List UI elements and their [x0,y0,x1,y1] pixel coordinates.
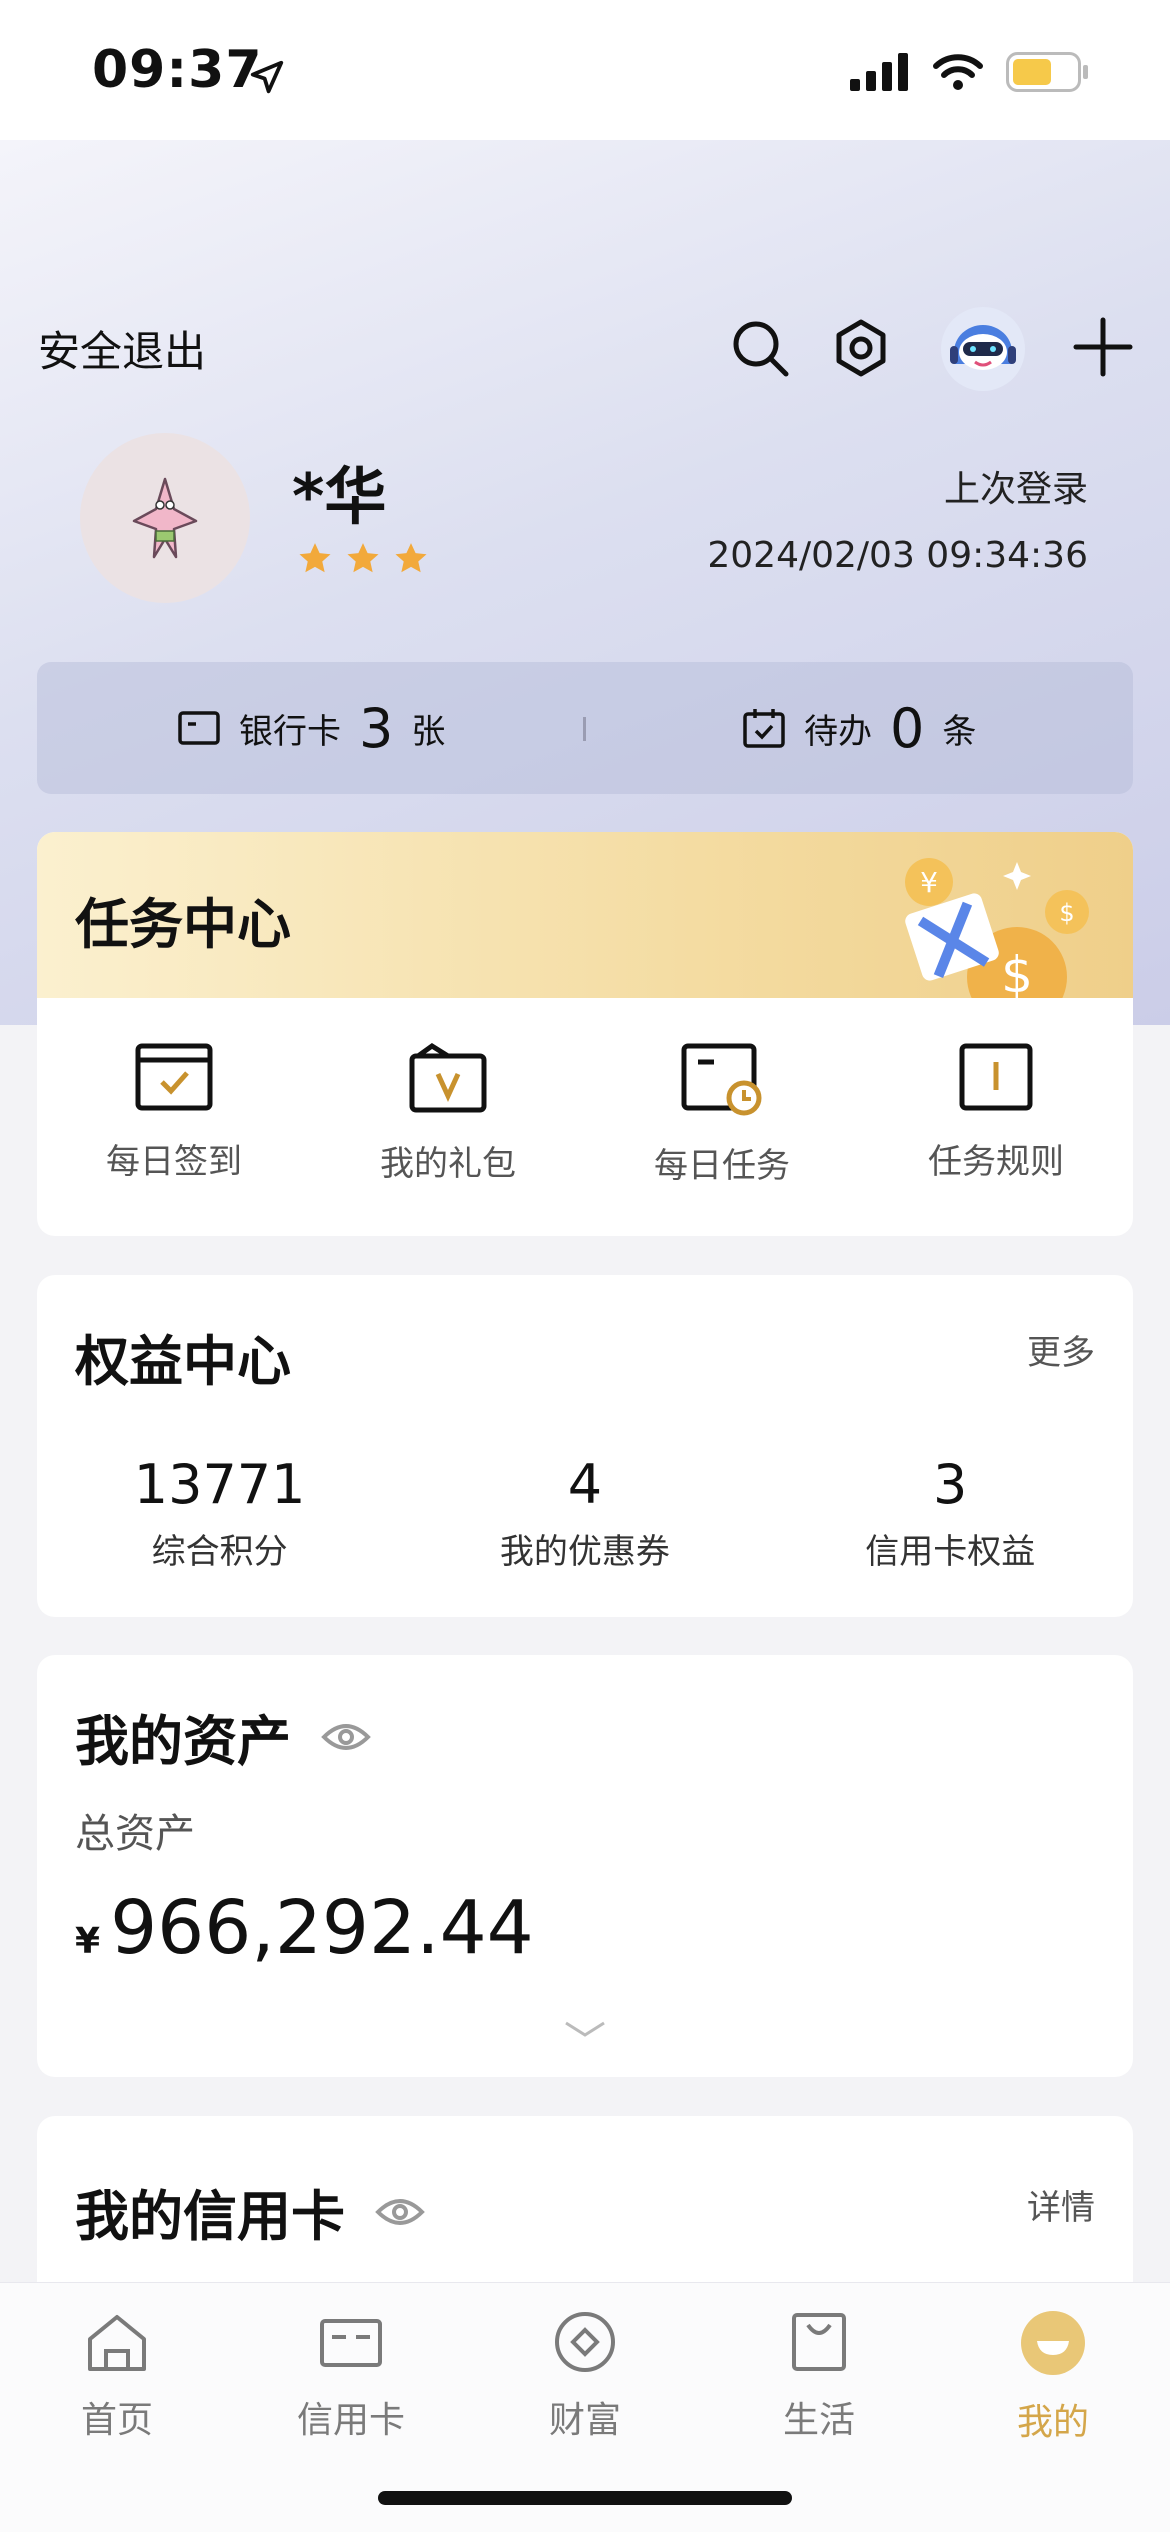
assets-card: 我的资产 总资产 ¥ 966,292.44 [37,1655,1133,2077]
task-items: 每日签到 我的礼包 每日任务 任务规则 [37,1042,1133,1187]
tab-label: 首页 [80,2400,153,2441]
location-arrow-icon [250,60,284,94]
search-icon[interactable] [728,316,792,380]
settings-icon[interactable] [830,316,892,380]
summary-divider [583,717,586,741]
task-center-card: 任务中心 $ ¥ $ 每日签到 我的礼包 每日任务 任务规则 [37,832,1133,1236]
credit-card-title: 我的信用卡 [75,2185,345,2248]
currency-symbol: ¥ [75,1921,101,1962]
task-clock-icon [681,1043,762,1116]
tab-bar: 首页 信用卡 财富 生活 我的 [0,2282,1170,2532]
bank-card-label: 银行卡 [239,711,341,752]
user-name: *华 [292,460,387,533]
avatar[interactable] [80,433,250,603]
equity-item-credit-benefits[interactable]: 3 信用卡权益 [768,1453,1133,1573]
status-bar: 09:37 [0,0,1170,140]
credit-card-icon [320,2319,382,2367]
tab-mine[interactable]: 我的 [936,2309,1170,2445]
equity-center-card: 权益中心 更多 13771 综合积分 4 我的优惠券 3 信用卡权益 [37,1275,1133,1617]
todo-summary[interactable]: 待办 0 条 [742,662,976,794]
star-icon [299,543,331,573]
svg-text:¥: ¥ [920,866,938,899]
todo-calendar-icon [743,709,785,748]
star-icon [347,543,379,573]
eye-icon[interactable] [375,2195,425,2229]
status-icons [850,52,1090,92]
assets-header: 我的资产 [75,1697,371,1776]
shopping-bag-icon [792,2313,846,2371]
svg-text:$: $ [1001,946,1033,998]
tab-life[interactable]: 生活 [702,2309,936,2445]
credit-card-detail-link[interactable]: 详情 [1027,2180,1095,2229]
tab-credit-card[interactable]: 信用卡 [234,2309,468,2445]
starfish-avatar-icon [132,477,198,559]
home-icon [88,2315,146,2371]
signal-icon [850,53,908,91]
task-item-my-gift[interactable]: 我的礼包 [311,1042,585,1187]
summary-strip: 银行卡 3 张 待办 0 条 [37,662,1133,794]
calendar-check-icon [135,1043,213,1111]
chevron-down-icon[interactable] [563,2019,607,2039]
tab-wealth[interactable]: 财富 [468,2309,702,2445]
task-item-label: 任务规则 [928,1142,1064,1182]
tab-label: 生活 [782,2400,855,2441]
bank-card-icon [178,711,220,745]
wifi-icon [933,54,983,90]
home-indicator [378,2491,792,2505]
task-item-daily-task[interactable]: 每日任务 [585,1042,859,1187]
status-time: 09:37 [92,40,263,100]
profile-icon [1021,2311,1085,2375]
equity-value: 4 [567,1453,603,1516]
equity-label: 信用卡权益 [865,1532,1036,1572]
last-login-label: 上次登录 [943,469,1088,510]
task-item-label: 每日任务 [654,1146,790,1186]
assistant-robot-icon[interactable] [940,306,1026,392]
task-item-daily-checkin[interactable]: 每日签到 [37,1042,311,1187]
star-icon [395,543,427,573]
equity-label: 我的优惠券 [499,1532,670,1572]
bank-card-count: 3 [359,696,394,760]
tab-label: 我的 [1016,2402,1089,2443]
todo-count: 0 [890,696,925,760]
total-assets: ¥ 966,292.44 [75,1885,534,1971]
equity-item-coupons[interactable]: 4 我的优惠券 [402,1453,767,1573]
tab-label: 财富 [548,2400,621,2441]
tab-label: 信用卡 [296,2400,405,2441]
equity-item-points[interactable]: 13771 综合积分 [37,1453,402,1573]
credit-card-header: 我的信用卡 [75,2172,425,2251]
add-icon[interactable] [1072,316,1134,378]
bank-card-summary[interactable]: 银行卡 3 张 [177,662,445,794]
rule-book-icon [959,1043,1033,1111]
total-assets-label: 总资产 [75,1811,195,1857]
tab-items: 首页 信用卡 财富 生活 我的 [0,2309,1170,2445]
eye-icon[interactable] [321,1720,371,1754]
equity-center-title: 权益中心 [75,1330,291,1393]
todo-unit: 条 [942,711,977,752]
todo-label: 待办 [804,711,872,752]
gift-coins-illustration: $ ¥ $ [905,858,1089,998]
equity-label: 综合积分 [151,1532,288,1572]
wealth-icon [555,2312,615,2372]
equity-more-link[interactable]: 更多 [1027,1325,1095,1374]
task-item-label: 每日签到 [106,1142,242,1182]
assets-title: 我的资产 [75,1710,291,1773]
last-login-time: 2024/02/03 09:34:36 [707,535,1088,576]
bank-card-unit: 张 [411,711,446,752]
battery-icon [1006,52,1088,92]
task-item-label: 我的礼包 [380,1144,516,1184]
equity-items: 13771 综合积分 4 我的优惠券 3 信用卡权益 [37,1453,1133,1573]
task-center-title: 任务中心 [75,893,291,956]
gift-pack-icon [409,1042,487,1113]
tab-home[interactable]: 首页 [0,2309,234,2445]
task-item-rules[interactable]: 任务规则 [859,1042,1133,1187]
logout-button[interactable]: 安全退出 [38,318,206,379]
equity-value: 13771 [133,1453,306,1516]
total-assets-value: 966,292.44 [110,1885,534,1971]
star-rating [296,540,430,578]
svg-text:$: $ [1059,899,1074,927]
equity-value: 3 [933,1453,968,1516]
